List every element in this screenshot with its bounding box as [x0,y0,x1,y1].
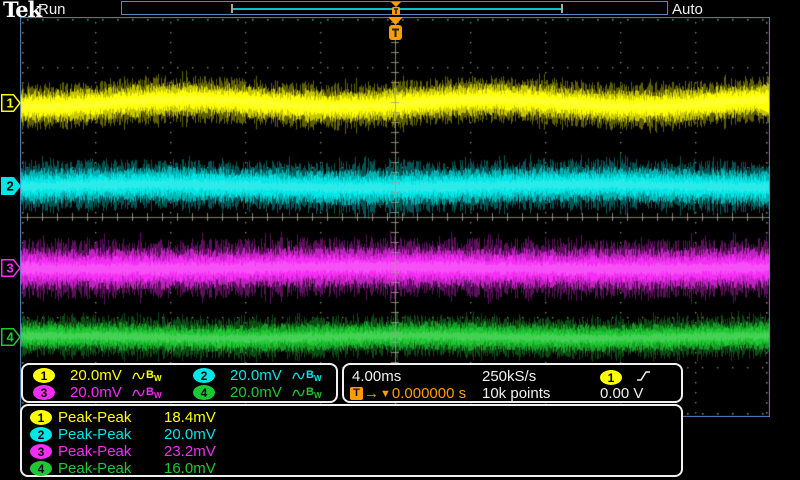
bandwidth-limit-icon: B [146,386,154,398]
channel-1-position-marker[interactable]: 1 [1,94,21,112]
svg-text:4: 4 [7,330,15,345]
channel-1-coupling: BW [132,369,162,383]
trigger-t-icon: T [350,387,363,400]
svg-text:2: 2 [7,179,14,194]
measurement-row-ch4: 4 Peak-Peak 16.0mV [22,460,681,477]
measurement-value: 20.0mV [164,426,216,443]
record-length: 10k points [482,386,550,402]
horizontal-scale: 4.00ms [352,369,401,385]
channel-1-readout[interactable]: 1 20.0mV BW [27,367,162,384]
bandwidth-limit-icon: B [146,369,154,381]
sample-rate: 250kS/s [482,369,536,385]
measurement-value: 23.2mV [164,443,216,460]
channel-4-coupling: BW [292,386,322,400]
trigger-source-badge: 1 [600,370,622,385]
measurement-row-ch2: 2 Peak-Peak 20.0mV [22,426,681,443]
trigger-mode-label: Auto [672,1,703,18]
horizontal-trigger-panel: 4.00ms 250kS/s 1 T → ▼ 0.000000 s 10k point… [342,363,683,403]
channel-3-readout[interactable]: 3 20.0mV BW [27,384,162,401]
ac-coupling-icon [292,387,305,399]
measurement-name: Peak-Peak [58,426,131,443]
measurement-value: 16.0mV [164,460,216,477]
ac-coupling-icon [132,387,145,399]
bandwidth-limit-icon: B [306,386,314,398]
channel-4-badge: 4 [30,461,52,476]
svg-text:1: 1 [7,96,14,111]
channel-2-badge: 2 [193,368,215,383]
trigger-position-readout: T → ▼ 0.000000 s [350,386,466,401]
channel-4-badge: 4 [193,385,215,400]
record-window-left-bracket [231,4,233,13]
bandwidth-limit-icon: B [306,369,314,381]
trigger-position-marker[interactable]: T [387,17,404,43]
measurement-name: Peak-Peak [58,443,131,460]
trigger-slope-rising-icon [636,369,652,383]
arrow-right-icon: → [364,385,379,402]
measurement-value: 18.4mV [164,409,216,426]
channel-2-position-marker[interactable]: 2 [1,177,21,195]
acquisition-status: Run [38,1,66,18]
measurement-row-ch3: 3 Peak-Peak 23.2mV [22,443,681,460]
record-view-bar [121,1,668,15]
triangle-down-icon: ▼ [380,388,391,400]
trigger-level-marker[interactable] [756,100,770,113]
channel-2-badge: 2 [30,427,52,442]
channel-4-scale: 20.0mV [230,384,292,401]
record-window-right-bracket [561,4,563,13]
ac-coupling-icon [132,370,145,382]
channel-3-position-marker[interactable]: 3 [1,259,21,277]
channel-3-badge: 3 [33,385,55,400]
channel-2-coupling: BW [292,369,322,383]
channel-4-readout[interactable]: 4 20.0mV BW [187,384,322,401]
measurement-name: Peak-Peak [58,460,131,477]
channel-3-badge: 3 [30,444,52,459]
trigger-level-value: 0.00 V [600,386,643,402]
channel-1-scale: 20.0mV [70,367,132,384]
channel-2-scale: 20.0mV [230,367,292,384]
waveform-display [20,17,770,417]
trigger-position-value: 0.000000 s [392,385,466,402]
channel-3-scale: 20.0mV [70,384,132,401]
channel-1-badge: 1 [30,410,52,425]
channel-readout-panel: 1 20.0mV BW 2 20.0mV BW 3 20.0mV BW 4 20… [21,363,338,403]
channel-3-coupling: BW [132,386,162,400]
measurement-name: Peak-Peak [58,409,131,426]
svg-text:3: 3 [7,261,14,276]
channel-4-position-marker[interactable]: 4 [1,328,21,346]
ac-coupling-icon [292,370,305,382]
measurement-panel: 1 Peak-Peak 18.4mV 2 Peak-Peak 20.0mV 3 … [20,404,683,477]
channel-1-badge: 1 [33,368,55,383]
trigger-position-icon[interactable] [390,2,402,15]
channel-2-readout[interactable]: 2 20.0mV BW [187,367,322,384]
measurement-row-ch1: 1 Peak-Peak 18.4mV [22,409,681,426]
